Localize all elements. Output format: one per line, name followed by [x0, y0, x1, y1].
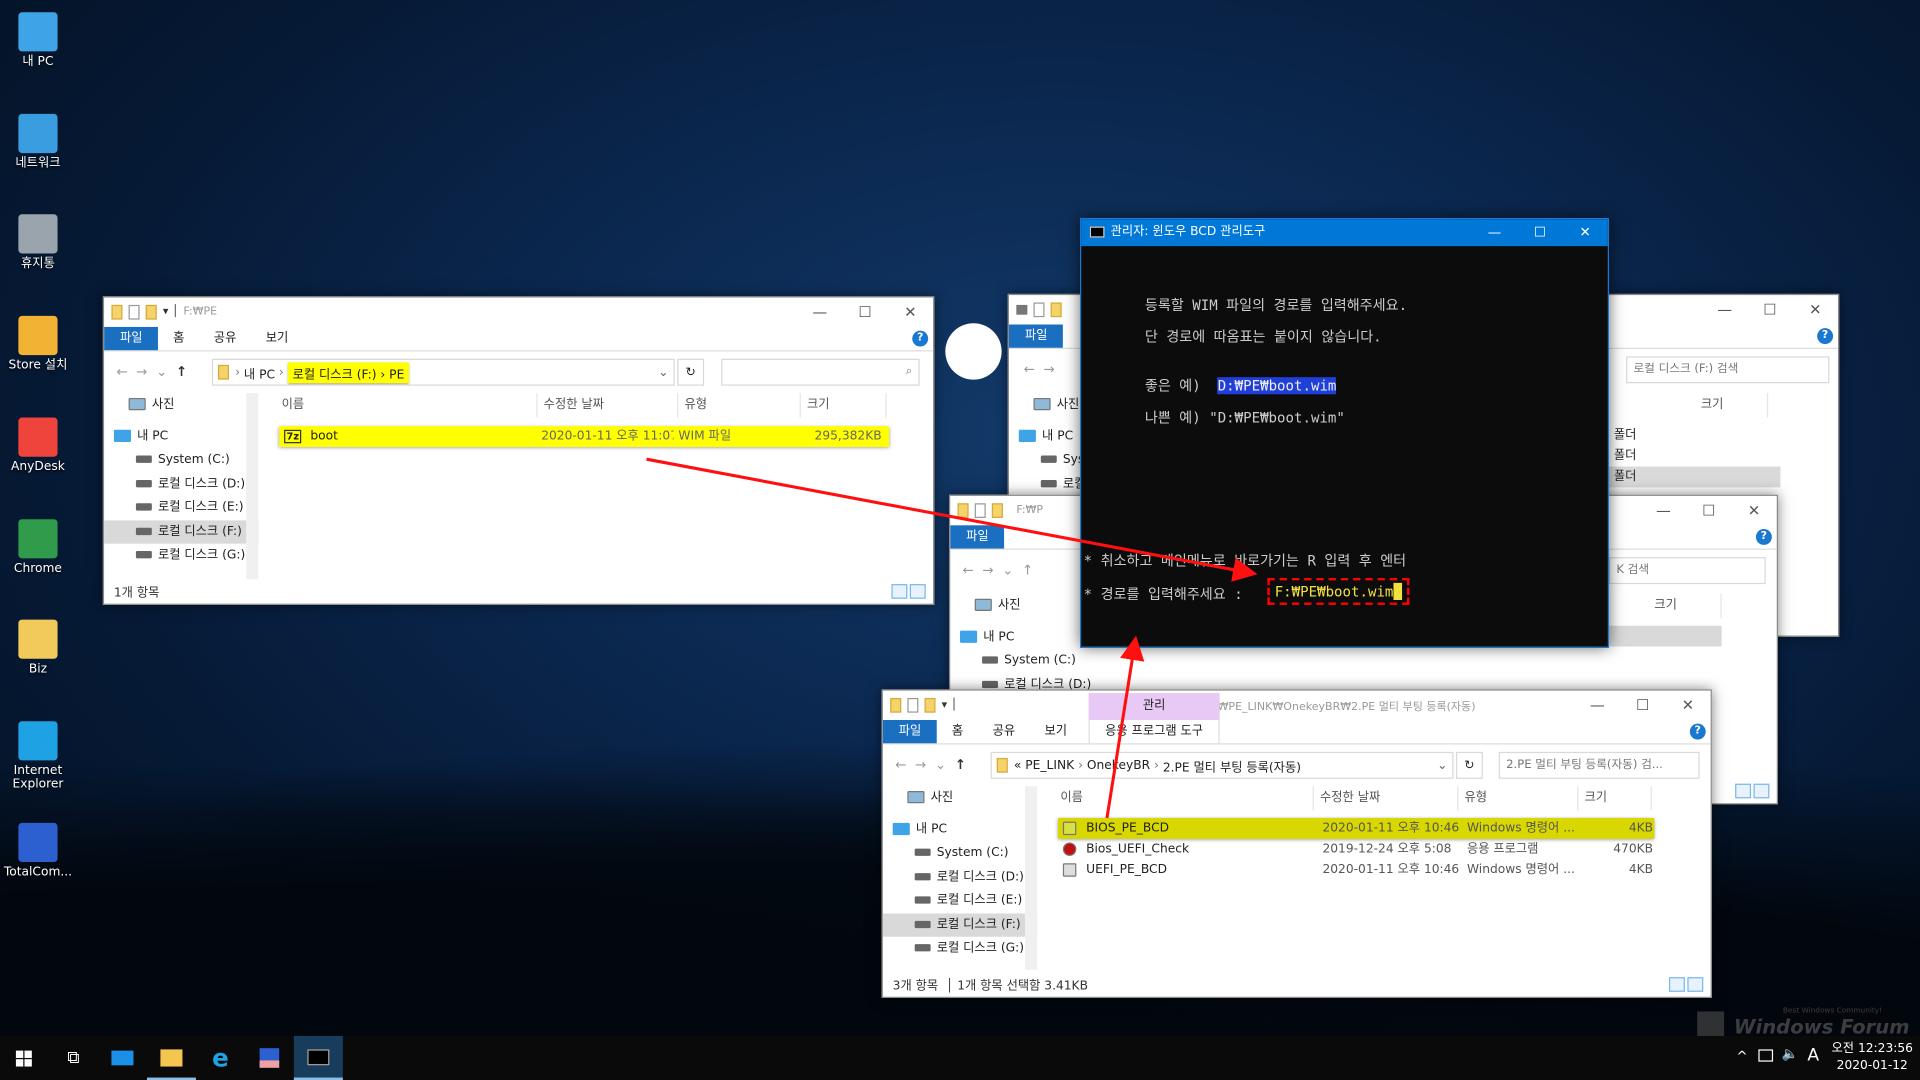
network-icon[interactable]	[1758, 1049, 1774, 1062]
start-icon[interactable]	[0, 1036, 49, 1080]
annotation-arrows	[646, 457, 1258, 819]
file-explorer-icon[interactable]	[146, 1036, 196, 1080]
ime-indicator[interactable]: A	[1807, 1046, 1819, 1066]
desktop: 내 PC 네트워크 휴지통 Store 설치 AnyDesk Chrome Biz Inter…	[0, 0, 1920, 1080]
tray-chevron-icon[interactable]: ^	[1736, 1048, 1747, 1064]
taskbar: ⧉ e ^ 🔈 A 오전 12:23:56 2020-01-12	[0, 1035, 1920, 1080]
task-view-icon[interactable]: ⧉	[49, 1036, 98, 1080]
arrow-bcd-to-cmd	[1105, 635, 1145, 819]
cmd-icon[interactable]	[293, 1035, 343, 1080]
ie-icon[interactable]: e	[196, 1036, 245, 1080]
totalcommander-icon[interactable]	[245, 1036, 294, 1080]
clock[interactable]: 오전 12:23:56 2020-01-12	[1829, 1041, 1915, 1075]
volume-icon[interactable]: 🔈	[1782, 1046, 1799, 1062]
desktop-icon[interactable]	[98, 1036, 147, 1080]
arrow-boot-to-cmd	[646, 457, 1258, 582]
